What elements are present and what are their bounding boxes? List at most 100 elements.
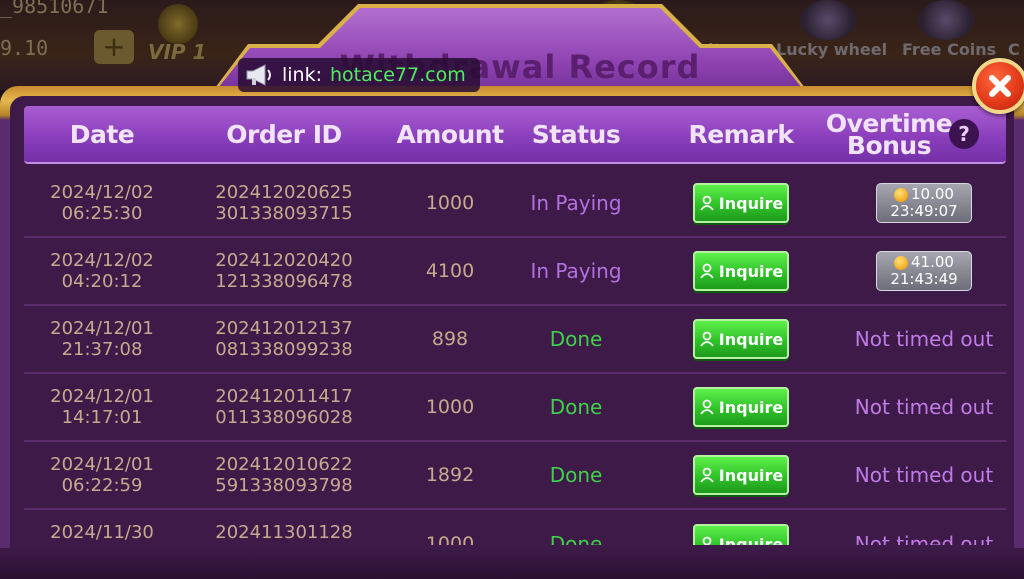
order-id-line1: 202412011417	[215, 386, 353, 407]
cell-status: In Paying	[530, 190, 622, 215]
link-url[interactable]: hotace77.com	[330, 64, 466, 86]
time-text: 21:37:08	[61, 339, 143, 360]
user-icon	[700, 467, 714, 483]
header-date: Date	[69, 120, 135, 149]
cell-remark: Inquire	[640, 442, 842, 508]
coin-icon	[894, 255, 909, 270]
help-icon[interactable]: ?	[949, 119, 979, 149]
inquire-button[interactable]: Inquire	[693, 524, 789, 545]
cell-bonus: 41.00 21:43:49	[842, 238, 1006, 304]
order-id-line2: 011338096028	[215, 407, 353, 428]
cell-remark: Inquire	[640, 238, 842, 304]
cell-remark: Inquire	[640, 306, 842, 372]
cell-date: 2024/12/01 21:37:08	[24, 306, 180, 372]
cell-order-id: 202411301128	[180, 510, 388, 545]
order-id-line1: 202412020625	[215, 182, 353, 203]
cell-amount: 1000	[425, 533, 475, 546]
date-text: 2024/12/02	[50, 182, 154, 203]
vip-label[interactable]: VIP 1	[148, 40, 206, 64]
time-text: 04:20:12	[61, 271, 143, 292]
table-row: 2024/12/01 14:17:01 202412011417 0113380…	[24, 374, 1006, 442]
user-icon	[700, 195, 714, 211]
coin-icon	[894, 187, 909, 202]
header-amount: Amount	[396, 120, 504, 149]
order-id-line2: 591338093798	[215, 475, 353, 496]
cell-amount: 1000	[425, 191, 475, 214]
order-id-line1: 202411301128	[215, 522, 353, 543]
cell-remark: Inquire	[640, 170, 842, 236]
cell-date: 2024/12/02 06:25:30	[24, 170, 180, 236]
bonus-timer-badge[interactable]: 41.00 21:43:49	[876, 251, 972, 291]
nav-free-coins[interactable]: Free Coins	[902, 40, 996, 59]
nav-more[interactable]: C	[1008, 40, 1020, 59]
nav-lucky-wheel[interactable]: Lucky wheel	[776, 40, 887, 59]
add-funds-button[interactable]: +	[94, 30, 134, 64]
order-id-line1: 202412012137	[215, 318, 353, 339]
header-remark: Remark	[688, 120, 794, 149]
date-text: 2024/12/01	[50, 318, 154, 339]
header-status: Status	[531, 120, 621, 149]
link-label: link:	[282, 64, 323, 86]
inquire-button[interactable]: Inquire	[693, 455, 789, 495]
user-icon	[700, 331, 714, 347]
cell-order-id: 202412010622 591338093798	[180, 442, 388, 508]
record-list[interactable]: 2024/12/02 06:25:30 202412020625 3013380…	[24, 170, 1006, 545]
cell-status: In Paying	[530, 258, 622, 283]
bonus-timer-badge[interactable]: 10.00 23:49:07	[876, 183, 972, 223]
inquire-label: Inquire	[718, 397, 784, 417]
inquire-button[interactable]: Inquire	[693, 319, 789, 359]
close-button[interactable]	[972, 58, 1024, 114]
cell-remark: Inquire	[640, 510, 842, 545]
table-row: 2024/12/01 21:37:08 202412012137 0813380…	[24, 306, 1006, 374]
dialog-bottom-edge	[0, 548, 1024, 579]
table-row: 2024/11/30 202411301128 1000 Done Inquir…	[24, 510, 1006, 545]
cell-order-id: 202412011417 011338096028	[180, 374, 388, 440]
bonus-countdown: 23:49:07	[890, 202, 958, 220]
date-text: 2024/12/02	[50, 250, 154, 271]
cell-bonus: Not timed out	[854, 462, 994, 487]
date-text: 2024/12/01	[50, 454, 154, 475]
date-text: 2024/11/30	[50, 522, 154, 543]
inquire-label: Inquire	[718, 534, 784, 546]
bonus-amount: 10.00	[911, 185, 954, 203]
cell-bonus: Not timed out	[854, 532, 994, 546]
table-row: 2024/12/01 06:22:59 202412010622 5913380…	[24, 442, 1006, 510]
time-text: 06:22:59	[61, 475, 143, 496]
inquire-button[interactable]: Inquire	[693, 183, 789, 223]
cell-date: 2024/11/30	[24, 510, 180, 545]
close-icon	[989, 75, 1011, 97]
cell-remark: Inquire	[640, 374, 842, 440]
table-row: 2024/12/02 04:20:12 202412020420 1213380…	[24, 238, 1006, 306]
time-text: 06:25:30	[61, 203, 143, 224]
balance-text: 9.10	[0, 36, 49, 60]
cell-status: Done	[549, 532, 603, 546]
table-header: Date Order ID Amount Status Remark Overt…	[24, 106, 1006, 164]
inquire-label: Inquire	[718, 193, 784, 213]
header-order-id: Order ID	[226, 120, 342, 149]
cell-status: Done	[549, 326, 603, 351]
inquire-label: Inquire	[718, 261, 784, 281]
cell-amount: 4100	[425, 259, 475, 282]
vip-crown-icon	[158, 4, 198, 44]
cell-amount: 1000	[425, 395, 475, 418]
bonus-countdown: 21:43:49	[890, 270, 958, 288]
link-bar: link: hotace77.com	[238, 58, 480, 92]
cell-order-id: 202412020420 121338096478	[180, 238, 388, 304]
inquire-label: Inquire	[718, 329, 784, 349]
order-id-line2: 121338096478	[215, 271, 353, 292]
megaphone-icon	[246, 64, 271, 86]
user-icon	[700, 399, 714, 415]
order-id-line1: 202412010622	[215, 454, 353, 475]
order-id-line1: 202412020420	[215, 250, 353, 271]
cell-date: 2024/12/01 06:22:59	[24, 442, 180, 508]
cell-amount: 898	[431, 327, 469, 350]
cell-date: 2024/12/01 14:17:01	[24, 374, 180, 440]
header-bonus-line2: Bonus	[846, 131, 932, 160]
inquire-button[interactable]: Inquire	[693, 387, 789, 427]
cell-order-id: 202412012137 081338099238	[180, 306, 388, 372]
bonus-amount: 41.00	[911, 253, 954, 271]
header-overtime-bonus: Overtime Bonus	[814, 106, 964, 164]
date-text: 2024/12/01	[50, 386, 154, 407]
free-coins-icon	[918, 0, 974, 40]
inquire-button[interactable]: Inquire	[693, 251, 789, 291]
